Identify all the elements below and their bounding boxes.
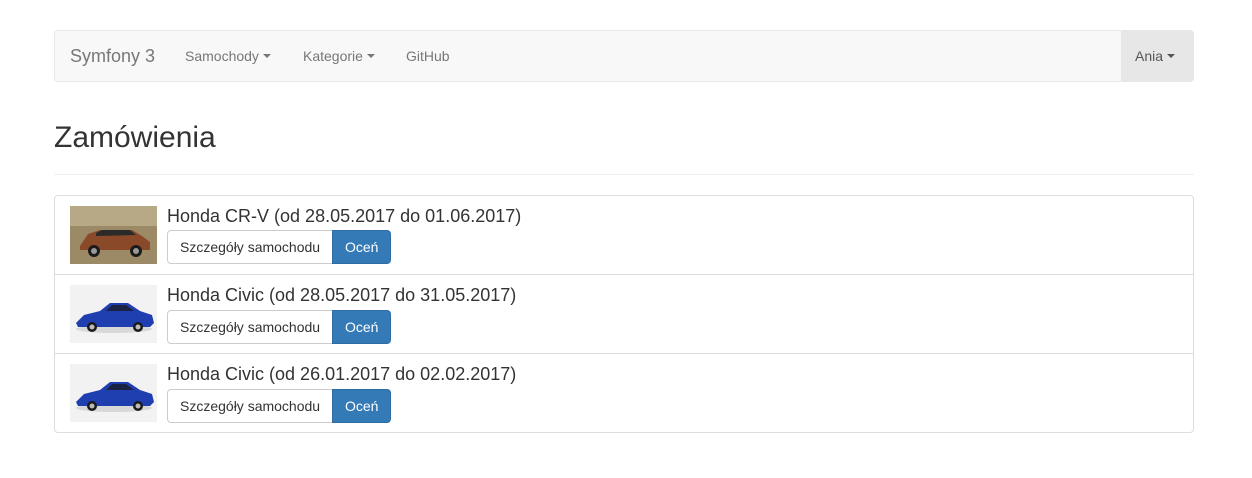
nav-item-samochody[interactable]: Samochody [185, 31, 271, 81]
orders-list: Honda CR-V (od 28.05.2017 do 01.06.2017)… [54, 195, 1194, 433]
navbar-brand[interactable]: Symfony 3 [70, 31, 155, 81]
car-details-button[interactable]: Szczegóły samochodu [167, 230, 333, 264]
order-actions: Szczegóły samochodu Oceń [167, 230, 391, 264]
nav-item-label: Samochody [185, 48, 259, 64]
user-menu-label: Ania [1135, 48, 1164, 64]
list-item: Honda Civic (od 26.01.2017 do 02.02.2017… [55, 353, 1193, 432]
list-item: Honda CR-V (od 28.05.2017 do 01.06.2017)… [55, 196, 1193, 275]
caret-down-icon [366, 54, 375, 59]
nav-item-label: Kategorie [303, 48, 363, 64]
order-title: Honda CR-V (od 28.05.2017 do 01.06.2017) [167, 206, 522, 226]
caret-down-icon [262, 54, 271, 59]
order-title: Honda Civic (od 28.05.2017 do 31.05.2017… [167, 285, 517, 305]
car-details-button[interactable]: Szczegóły samochodu [167, 389, 333, 423]
car-thumbnail [70, 364, 157, 422]
caret-down-icon [1167, 54, 1176, 59]
rate-button[interactable]: Oceń [332, 310, 391, 344]
user-menu[interactable]: Ania [1121, 31, 1193, 81]
nav-item-kategorie[interactable]: Kategorie [303, 31, 375, 81]
page-title: Zamówienia [54, 121, 216, 154]
order-title: Honda Civic (od 26.01.2017 do 02.02.2017… [167, 364, 517, 384]
list-item: Honda Civic (od 28.05.2017 do 31.05.2017… [55, 274, 1193, 353]
title-divider [54, 174, 1194, 175]
car-thumbnail [70, 206, 157, 264]
nav-item-label: GitHub [406, 48, 450, 64]
car-details-button[interactable]: Szczegóły samochodu [167, 310, 333, 344]
order-actions: Szczegóły samochodu Oceń [167, 389, 391, 423]
rate-button[interactable]: Oceń [332, 389, 391, 423]
rate-button[interactable]: Oceń [332, 230, 391, 264]
order-actions: Szczegóły samochodu Oceń [167, 310, 391, 344]
navbar: Symfony 3 Samochody Kategorie GitHub Ani… [54, 30, 1194, 82]
nav-item-github[interactable]: GitHub [406, 31, 450, 81]
car-thumbnail [70, 285, 157, 343]
